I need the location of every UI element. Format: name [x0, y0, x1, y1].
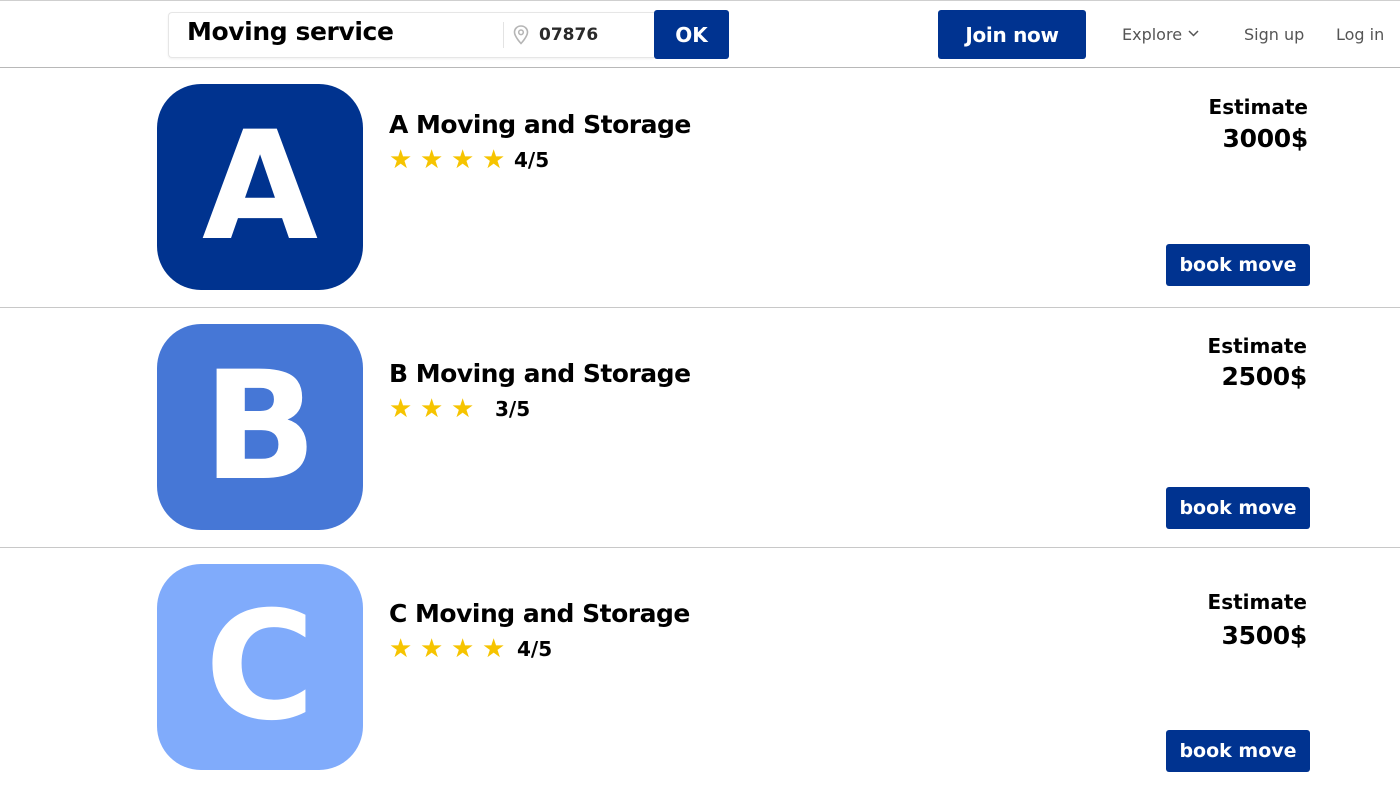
rating-text: 4/5	[514, 148, 550, 172]
star-icon: ★	[482, 634, 506, 664]
company-logo: C	[157, 564, 363, 770]
chevron-down-icon[interactable]	[1188, 30, 1199, 37]
star-icon: ★	[482, 145, 506, 175]
map-pin-icon	[513, 25, 529, 45]
book-move-button[interactable]: book move	[1166, 244, 1310, 286]
star-icon: ★	[451, 634, 475, 664]
join-now-button[interactable]: Join now	[938, 10, 1086, 59]
estimate-label: Estimate	[1207, 334, 1307, 358]
book-move-button[interactable]: book move	[1166, 730, 1310, 772]
star-rating: ★ ★ ★ ★	[389, 636, 513, 662]
star-icon: ★	[420, 394, 444, 424]
search-box[interactable]: Moving service 07876	[168, 12, 654, 58]
estimate-value: 3000$	[1222, 124, 1309, 153]
rating-text: 4/5	[517, 637, 553, 661]
company-name[interactable]: A Moving and Storage	[389, 110, 691, 139]
listing-row: A A Moving and Storage ★ ★ ★ ★ 4/5 Estim…	[0, 68, 1400, 308]
search-ok-button[interactable]: OK	[654, 10, 729, 59]
book-move-button[interactable]: book move	[1166, 487, 1310, 529]
star-rating: ★ ★ ★ ★	[389, 147, 513, 173]
log-in-link[interactable]: Log in	[1336, 25, 1384, 44]
explore-menu[interactable]: Explore	[1122, 25, 1182, 44]
top-header: Moving service 07876 OK Join now Explore…	[0, 0, 1400, 68]
rating-text: 3/5	[495, 397, 531, 421]
company-logo: B	[157, 324, 363, 530]
listing-row: C C Moving and Storage ★ ★ ★ ★ 4/5 Estim…	[0, 548, 1400, 788]
company-name[interactable]: C Moving and Storage	[389, 599, 690, 628]
star-icon: ★	[389, 145, 413, 175]
sign-up-link[interactable]: Sign up	[1244, 25, 1304, 44]
listing-row: B B Moving and Storage ★ ★ ★ 3/5 Estimat…	[0, 308, 1400, 548]
zip-input[interactable]: 07876	[539, 25, 598, 45]
estimate-label: Estimate	[1207, 590, 1307, 614]
estimate-value: 2500$	[1221, 362, 1308, 391]
star-icon: ★	[389, 394, 413, 424]
star-icon: ★	[451, 394, 475, 424]
company-logo: A	[157, 84, 363, 290]
search-divider	[503, 22, 504, 48]
company-name[interactable]: B Moving and Storage	[389, 359, 691, 388]
star-icon: ★	[420, 634, 444, 664]
search-input[interactable]: Moving service	[187, 17, 394, 46]
star-icon: ★	[389, 634, 413, 664]
estimate-value: 3500$	[1221, 621, 1308, 650]
star-rating: ★ ★ ★	[389, 396, 482, 422]
star-icon: ★	[451, 145, 475, 175]
star-icon: ★	[420, 145, 444, 175]
estimate-label: Estimate	[1208, 95, 1308, 119]
